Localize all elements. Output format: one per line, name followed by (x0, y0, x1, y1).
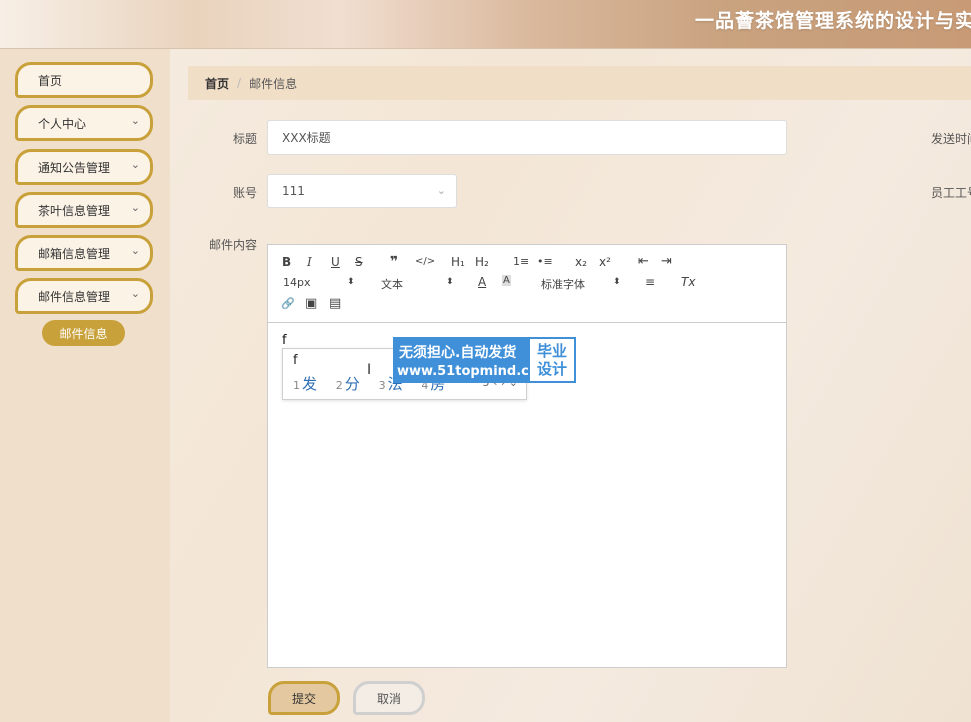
breadcrumb-separator: / (237, 76, 242, 90)
paragraph-value: 文本 (381, 278, 403, 291)
sidebar-item-label: 首页 (38, 73, 63, 88)
header2-icon[interactable]: H₂ (475, 255, 489, 269)
chevron-down-icon: ⌄ (130, 114, 140, 127)
chevron-down-icon: ⌄ (130, 244, 140, 257)
account-label: 账号 (233, 186, 258, 200)
strike-icon[interactable]: S (355, 255, 363, 269)
sidebar-item-mail-management[interactable]: 邮件信息管理 ⌄ (15, 278, 153, 314)
background-color-icon[interactable]: A (502, 275, 511, 286)
sort-arrows-icon: ⬍ (613, 277, 621, 287)
breadcrumb-home[interactable]: 首页 (205, 75, 229, 92)
text-cursor-icon: I (367, 362, 372, 378)
ime-candidate-number: 2 (335, 379, 343, 392)
account-select[interactable]: 111 ⌄ (267, 174, 457, 208)
italic-icon[interactable]: I (307, 255, 312, 269)
breadcrumb: 首页 / 邮件信息 (188, 66, 971, 100)
underline-icon[interactable]: U (331, 255, 340, 269)
sidebar-subitem-mail-info[interactable]: 邮件信息 (42, 320, 125, 346)
sort-arrows-icon: ⬍ (347, 277, 355, 287)
blockquote-icon[interactable]: ❞ (390, 254, 398, 270)
indent-icon[interactable]: ⇥ (661, 254, 672, 269)
ime-input-text: f (293, 353, 298, 368)
watermark-side-text: 毕业 (536, 342, 567, 360)
align-icon[interactable]: ≡ (645, 275, 655, 289)
breadcrumb-current: 邮件信息 (249, 76, 298, 91)
font-color-icon[interactable]: A (478, 275, 486, 289)
bullet-list-icon[interactable]: •≡ (537, 255, 553, 268)
sidebar-item-label: 茶叶信息管理 (38, 203, 111, 218)
sidebar-item-personal-center[interactable]: 个人中心 ⌄ (15, 105, 153, 141)
outdent-icon[interactable]: ⇤ (638, 254, 649, 269)
watermark-text: 无须担心.自动发货 (399, 345, 517, 361)
editor-content: f (282, 333, 287, 348)
content-label: 邮件内容 (209, 238, 258, 252)
ime-candidate-number: 3 (378, 379, 386, 392)
watermark-side: 毕业 设计 (528, 337, 576, 383)
sort-arrows-icon: ⬍ (446, 277, 454, 287)
staff-id-label: 员工工号 (931, 186, 971, 200)
ime-candidate[interactable]: 发 (302, 375, 317, 393)
code-icon[interactable]: </> (415, 256, 435, 267)
sidebar-item-label: 个人中心 (38, 116, 87, 131)
sidebar-item-label: 通知公告管理 (38, 160, 111, 175)
link-icon[interactable]: 🔗 (281, 297, 295, 310)
header1-icon[interactable]: H₁ (451, 255, 465, 269)
image-icon[interactable]: ▣ (305, 296, 317, 311)
sidebar-item-home[interactable]: 首页 (15, 62, 153, 98)
font-family-select[interactable]: 标准字体 ⬍ (541, 276, 626, 292)
superscript-icon[interactable]: x² (599, 255, 611, 269)
chevron-down-icon: ⌄ (130, 158, 140, 171)
clear-format-icon[interactable]: Tx (681, 275, 695, 289)
sidebar-item-notice-management[interactable]: 通知公告管理 ⌄ (15, 149, 153, 185)
title-input[interactable]: XXX标题 (267, 120, 787, 155)
sidebar-item-tea-management[interactable]: 茶叶信息管理 ⌄ (15, 192, 153, 228)
font-family-value: 标准字体 (541, 278, 585, 291)
video-icon[interactable]: ▤ (329, 296, 341, 311)
submit-button[interactable]: 提交 (268, 681, 340, 715)
watermark-banner: 无须担心.自动发货 www.51topmind.com (393, 337, 551, 383)
chevron-down-icon: ⌄ (130, 287, 140, 300)
watermark-side-text: 设计 (536, 360, 567, 378)
account-value: 111 (282, 184, 305, 198)
editor-toolbar: B I U S ❞ </> H₁ H₂ 1≡ •≡ x₂ x² ⇤ ⇥ 14px… (268, 245, 786, 323)
sidebar-item-label: 邮箱信息管理 (38, 246, 111, 261)
send-time-label: 发送时间 (931, 132, 971, 146)
top-header: 一品薈茶馆管理系统的设计与实 (0, 0, 971, 49)
chevron-down-icon: ⌄ (436, 184, 446, 197)
ime-candidate-number: 1 (293, 379, 300, 392)
ordered-list-icon[interactable]: 1≡ (513, 255, 529, 268)
subscript-icon[interactable]: x₂ (575, 255, 587, 269)
font-size-value: 14px (283, 276, 311, 289)
title-label: 标题 (233, 132, 258, 146)
paragraph-select[interactable]: 文本 ⬍ (381, 276, 456, 292)
rich-text-editor[interactable]: B I U S ❞ </> H₁ H₂ 1≡ •≡ x₂ x² ⇤ ⇥ 14px… (267, 244, 787, 668)
ime-candidate[interactable]: 分 (345, 375, 360, 393)
font-size-select[interactable]: 14px ⬍ (283, 276, 355, 289)
chevron-down-icon: ⌄ (130, 201, 140, 214)
sidebar-item-label: 邮件信息管理 (38, 289, 111, 304)
cancel-button[interactable]: 取消 (353, 681, 425, 715)
sidebar: 首页 个人中心 ⌄ 通知公告管理 ⌄ 茶叶信息管理 ⌄ 邮箱信息管理 ⌄ 邮件信… (0, 49, 170, 722)
app-title: 一品薈茶馆管理系统的设计与实 (694, 10, 971, 32)
bold-icon[interactable]: B (282, 255, 291, 269)
sidebar-item-mailbox-management[interactable]: 邮箱信息管理 ⌄ (15, 235, 153, 271)
